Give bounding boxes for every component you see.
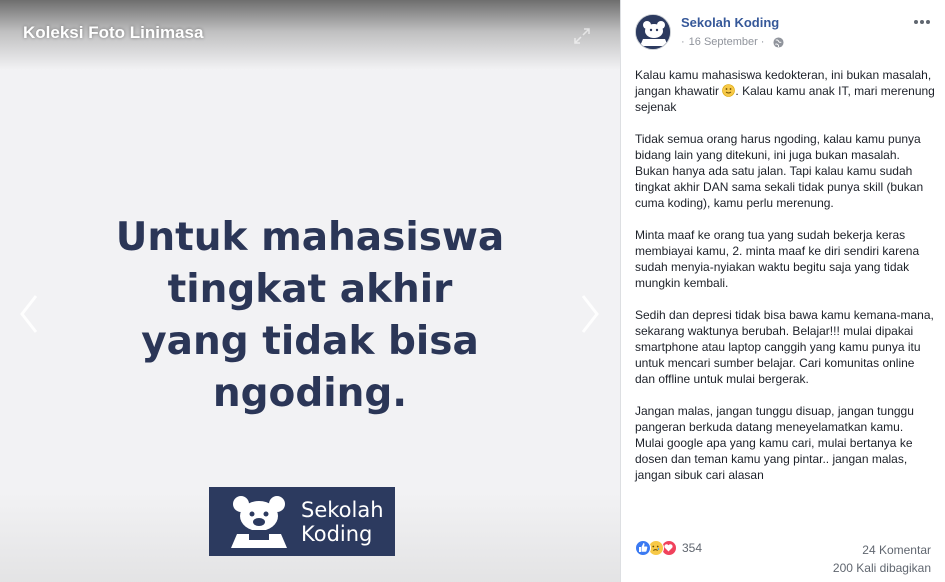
headline-line: ngoding. bbox=[212, 371, 408, 416]
meta-separator: · bbox=[681, 36, 685, 48]
post-panel: Sekolah Koding · 16 September · Kalau ka… bbox=[620, 0, 945, 582]
headline-line: yang tidak bisa bbox=[141, 319, 479, 364]
previous-photo-button[interactable] bbox=[14, 292, 44, 336]
more-options-icon[interactable] bbox=[913, 15, 931, 27]
photo-theater: Koleksi Foto Linimasa Untuk mahasiswa ti… bbox=[0, 0, 945, 582]
smile-emoji-icon bbox=[722, 84, 736, 97]
logo-line: Sekolah bbox=[301, 497, 384, 522]
post-paragraph: Minta maaf ke orang tua yang sudah beker… bbox=[635, 228, 920, 290]
comments-count-link[interactable]: 24 Komentar bbox=[862, 543, 931, 557]
reaction-count[interactable]: 354 bbox=[682, 541, 702, 555]
chevron-left-icon bbox=[20, 295, 38, 333]
post-meta: · 16 September · bbox=[681, 36, 784, 48]
sekolah-koding-logo: Sekolah Koding bbox=[209, 487, 395, 556]
logo-line: Koding bbox=[301, 521, 373, 546]
post-paragraph: Tidak semua orang harus ngoding, kalau k… bbox=[635, 132, 924, 210]
post-paragraph: Sedih dan depresi tidak bisa bawa kamu k… bbox=[635, 308, 934, 386]
meta-separator: · bbox=[760, 36, 765, 48]
chevron-right-icon bbox=[581, 295, 599, 333]
reactions-summary[interactable]: 354 bbox=[635, 540, 702, 556]
page-name-link[interactable]: Sekolah Koding bbox=[681, 15, 779, 30]
bear-logo-icon bbox=[636, 15, 670, 49]
headline-line: Untuk mahasiswa bbox=[115, 215, 505, 260]
like-reaction-icon bbox=[635, 540, 651, 556]
globe-icon[interactable] bbox=[773, 36, 784, 48]
bear-logo-icon bbox=[231, 495, 287, 548]
headline-line: tingkat akhir bbox=[167, 267, 453, 312]
shares-count-link[interactable]: 200 Kali dibagikan bbox=[833, 561, 931, 575]
post-date[interactable]: 16 September bbox=[689, 36, 758, 48]
post-body: Kalau kamu mahasiswa kedokteran, ini buk… bbox=[635, 67, 935, 499]
next-photo-button[interactable] bbox=[575, 292, 605, 336]
photo-headline: Untuk mahasiswa tingkat akhir yang tidak… bbox=[60, 212, 560, 420]
photo-viewer[interactable]: Koleksi Foto Linimasa Untuk mahasiswa ti… bbox=[0, 0, 620, 582]
page-avatar[interactable] bbox=[635, 14, 671, 50]
expand-icon[interactable] bbox=[573, 27, 591, 45]
logo-text: Sekolah Koding bbox=[301, 498, 384, 546]
album-title[interactable]: Koleksi Foto Linimasa bbox=[23, 23, 203, 43]
post-paragraph: Kalau kamu mahasiswa kedokteran, ini buk… bbox=[635, 67, 935, 115]
post-paragraph: Jangan malas, jangan tunggu disuap, jang… bbox=[635, 404, 914, 482]
